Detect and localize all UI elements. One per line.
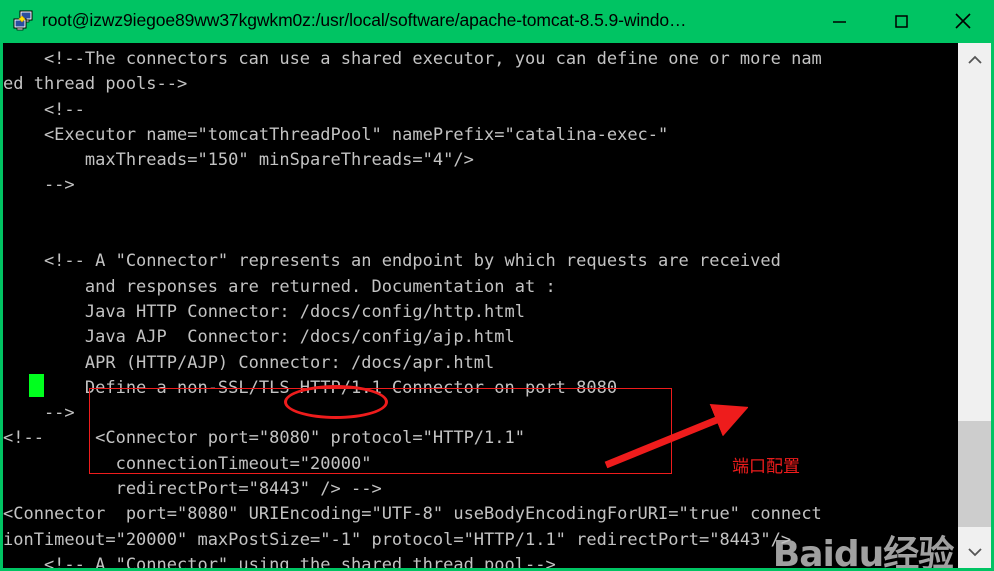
maximize-button[interactable] <box>870 0 932 41</box>
window-title: root@izwz9iegoe89ww37kgwkm0z:/usr/local/… <box>42 10 687 30</box>
window-titlebar[interactable]: root@izwz9iegoe89ww37kgwkm0z:/usr/local/… <box>0 0 994 41</box>
terminal-text: <!--The connectors can use a shared exec… <box>3 49 822 568</box>
terminal-cursor <box>29 374 44 397</box>
putty-icon <box>12 10 34 32</box>
close-button[interactable] <box>932 0 994 41</box>
terminal-area[interactable]: <!--The connectors can use a shared exec… <box>3 43 991 568</box>
terminal-scrollbar[interactable] <box>958 43 991 568</box>
scroll-up-arrow-icon[interactable] <box>958 43 991 76</box>
minimize-button[interactable] <box>808 0 870 41</box>
scrollbar-thumb[interactable] <box>958 421 991 527</box>
window-controls <box>808 0 994 41</box>
terminal-frame: <!--The connectors can use a shared exec… <box>0 41 994 571</box>
putty-window: root@izwz9iegoe89ww37kgwkm0z:/usr/local/… <box>0 0 994 571</box>
scroll-down-arrow-icon[interactable] <box>958 535 991 568</box>
